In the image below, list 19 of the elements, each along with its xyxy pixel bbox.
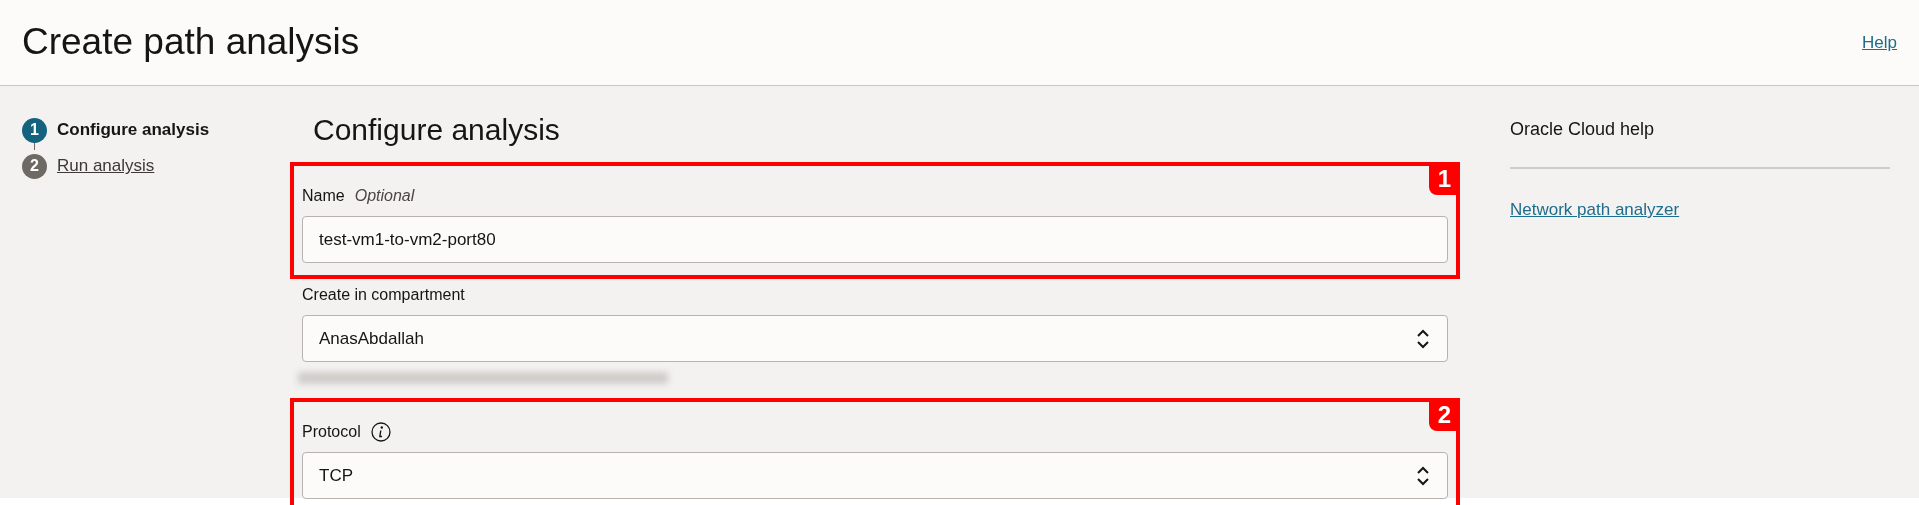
step-label: Configure analysis <box>57 119 210 142</box>
field-label: Name <box>302 186 345 206</box>
info-icon[interactable] <box>370 422 391 442</box>
field-label: Create in compartment <box>302 285 465 305</box>
help-link[interactable]: Help <box>1862 29 1897 56</box>
help-panel-title: Oracle Cloud help <box>1510 118 1656 141</box>
sort-chevron-icon <box>1415 327 1431 350</box>
section-title: Configure analysis <box>313 112 561 148</box>
field-label: Protocol <box>302 422 361 442</box>
step-number: 1 <box>22 117 47 143</box>
select-field[interactable]: TCP <box>302 452 1448 499</box>
select-field[interactable]: AnasAbdallah <box>302 315 1448 362</box>
step-number: 2 <box>22 153 47 179</box>
optional-hint: Optional <box>354 186 415 206</box>
page-title: Create path analysis <box>22 20 360 65</box>
doc-link[interactable]: Network path analyzer <box>1510 200 1680 219</box>
step-label[interactable]: Run analysis <box>57 153 155 179</box>
input-field[interactable]: test-vm1-to-vm2-port80 <box>302 216 1448 263</box>
sort-chevron-icon <box>1415 464 1431 487</box>
